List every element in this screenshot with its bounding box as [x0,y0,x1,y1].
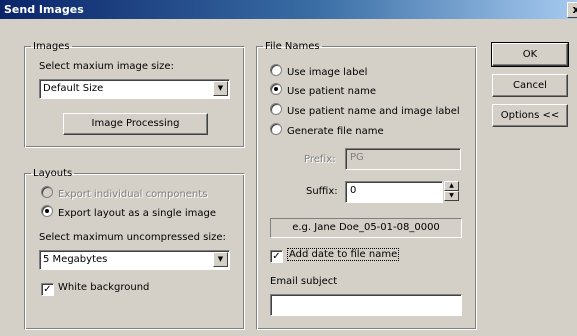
generate-file-name-option[interactable]: Generate file name [270,123,384,137]
suffix-input[interactable]: 0 [345,181,443,203]
ok-button[interactable]: OK [491,42,569,67]
generate-file-name-text: Generate file name [287,126,384,137]
use-patient-and-label-text: Use patient name and image label [287,106,460,117]
generate-file-name-radio[interactable] [270,123,282,135]
spin-down-icon[interactable]: ▼ [444,191,459,201]
close-button[interactable]: x [567,2,577,18]
image-size-value: Default Size [43,83,104,94]
use-patient-name-radio[interactable] [270,83,282,95]
images-legend: Images [33,41,70,52]
image-processing-button[interactable]: Image Processing [63,113,208,135]
prefix-value: PG [350,152,364,163]
use-image-label-option[interactable]: Use image label [270,64,367,78]
export-single-radio[interactable] [41,205,53,217]
add-date-option[interactable]: ✓ Add date to file name [270,248,400,263]
use-image-label-radio[interactable] [270,64,282,76]
options-button[interactable]: Options << [492,104,568,127]
white-background-label: White background [58,282,150,293]
export-single-label: Export layout as a single image [58,208,217,219]
filename-example: e.g. Jane Doe_05-01-08_0000 [270,218,462,238]
title-bar: Send Images x [0,0,577,19]
uncompressed-size-value: 5 Megabytes [43,254,108,265]
image-size-label: Select maxium image size: [39,61,174,72]
use-patient-name-option[interactable]: Use patient name [270,83,376,97]
spin-up-icon[interactable]: ▲ [444,181,459,191]
file-names-legend: File Names [265,41,320,52]
layouts-legend: Layouts [33,168,73,179]
prefix-label: Prefix: [304,154,336,165]
chevron-down-icon[interactable]: ▼ [213,81,228,96]
suffix-label: Suffix: [306,186,338,197]
cancel-button[interactable]: Cancel [492,74,568,97]
image-size-select[interactable]: Default Size ▼ [39,79,230,99]
use-patient-and-label-option[interactable]: Use patient name and image label [270,103,460,117]
white-background-option[interactable]: ✓ White background [41,282,149,296]
add-date-label: Add date to file name [287,248,400,261]
export-individual-label: Export individual components [58,189,208,200]
white-background-checkbox[interactable]: ✓ [41,283,54,296]
suffix-value: 0 [350,185,357,196]
use-image-label-text: Use image label [287,67,368,78]
chevron-down-icon[interactable]: ▼ [213,252,228,267]
export-single-option[interactable]: Export layout as a single image [41,205,216,219]
export-individual-radio [41,186,53,198]
suffix-spinner[interactable]: ▲ ▼ [444,181,459,201]
window-title: Send Images [4,3,84,16]
add-date-checkbox[interactable]: ✓ [270,250,283,263]
email-subject-label: Email subject [270,276,338,287]
uncompressed-size-select[interactable]: 5 Megabytes ▼ [39,250,230,270]
use-patient-name-text: Use patient name [287,86,376,97]
email-subject-input[interactable] [270,294,462,316]
use-patient-and-label-radio[interactable] [270,103,282,115]
export-individual-option: Export individual components [41,186,207,200]
prefix-input: PG [345,148,461,170]
uncompressed-size-label: Select maximum uncompressed size: [39,232,226,243]
